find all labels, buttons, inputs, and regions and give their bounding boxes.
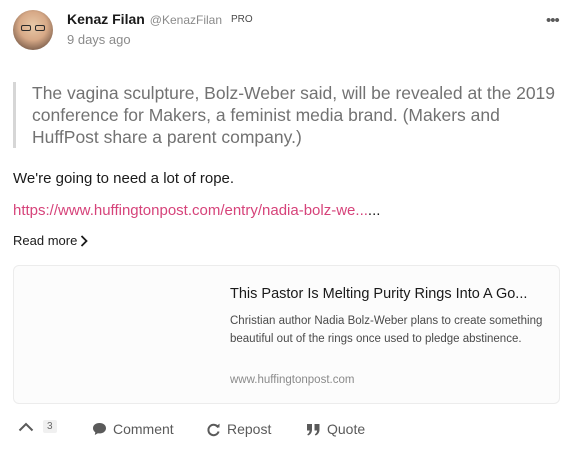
link-preview-card[interactable]: This Pastor Is Melting Purity Rings Into… — [13, 265, 560, 404]
read-more-button[interactable]: Read more — [13, 233, 89, 248]
quote-label: Quote — [327, 421, 366, 437]
post-link-url[interactable]: https://www.huffingtonpost.com/entry/nad… — [13, 202, 368, 219]
post-timestamp[interactable]: 9 days ago — [67, 32, 131, 47]
more-icon: ••• — [546, 12, 560, 29]
repost-label: Repost — [227, 421, 272, 437]
link-preview-description: Christian author Nadia Bolz-Weber plans … — [230, 315, 543, 345]
post-link[interactable]: https://www.huffingtonpost.com/entry/nad… — [13, 202, 380, 219]
post-body: We're going to need a lot of rope. — [13, 170, 235, 187]
comment-button[interactable]: Comment — [92, 421, 174, 437]
quote-button[interactable]: Quote — [306, 421, 365, 437]
pro-badge: PRO — [231, 14, 253, 25]
author-name[interactable]: Kenaz Filan — [67, 11, 145, 27]
avatar-glasses — [21, 25, 45, 31]
upvote-count: 3 — [43, 420, 57, 433]
upvote-icon — [18, 422, 34, 431]
link-preview-title: This Pastor Is Melting Purity Rings Into… — [230, 286, 528, 302]
comment-icon — [93, 423, 106, 435]
repost-icon — [207, 423, 220, 436]
comment-label: Comment — [113, 421, 174, 437]
link-preview-domain: www.huffingtonpost.com — [230, 374, 355, 386]
quote-icon — [307, 423, 320, 435]
post-link-ellipsis: ... — [367, 202, 381, 219]
author-avatar[interactable] — [13, 10, 53, 50]
quoted-text: The vagina sculpture, Bolz-Weber said, w… — [13, 82, 569, 148]
chevron-right-icon — [81, 234, 89, 247]
post-actions-bar: 3 Comment Repost Quote — [0, 418, 572, 442]
author-handle[interactable]: @KenazFilan — [150, 13, 222, 27]
author-header: Kenaz Filan @KenazFilan PRO — [67, 11, 253, 27]
read-more-label: Read more — [13, 233, 78, 248]
more-options-button[interactable]: ••• — [546, 12, 560, 29]
repost-button[interactable]: Repost — [206, 421, 271, 437]
upvote-button[interactable]: 3 — [18, 420, 57, 433]
